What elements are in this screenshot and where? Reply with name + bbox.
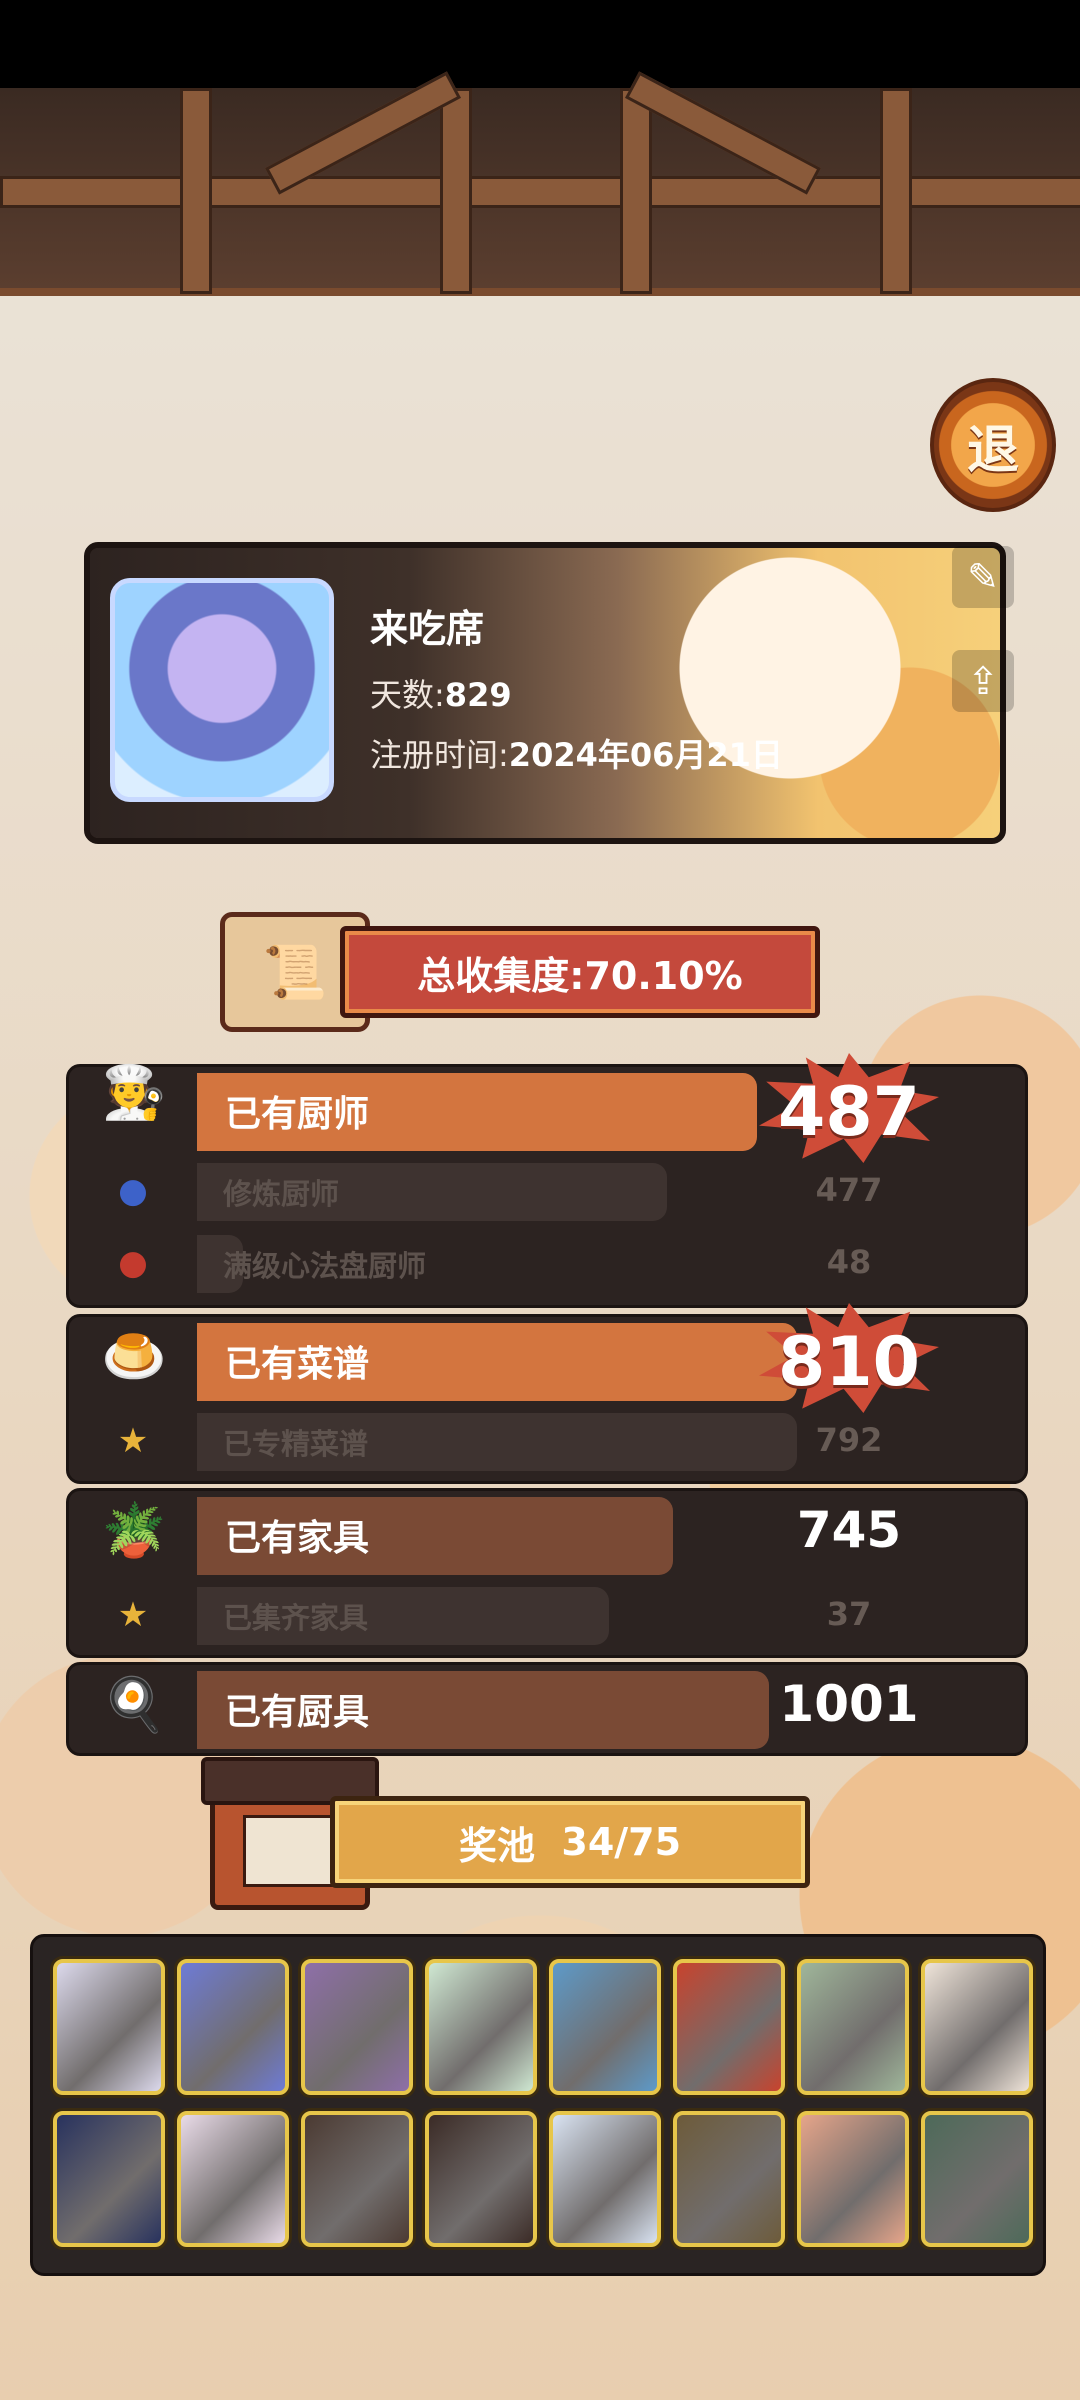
pool-card[interactable] — [673, 1959, 785, 2095]
pool-card[interactable] — [53, 1959, 165, 2095]
prize-pool-label: 奖池 34/75 — [330, 1796, 810, 1888]
category-recipes: 🍮 已有菜谱 810 ★ 已专精菜谱 792 — [66, 1303, 1028, 1484]
pool-card[interactable] — [921, 2111, 1033, 2247]
complete-furniture-row: ★ 已集齐家具 37 — [69, 1579, 1025, 1651]
pool-card[interactable] — [177, 2111, 289, 2247]
pool-card[interactable] — [425, 2111, 537, 2247]
register-time: 注册时间:2024年06月21日 — [370, 736, 783, 774]
pool-card[interactable] — [549, 1959, 661, 2095]
pool-card[interactable] — [425, 1959, 537, 2095]
pool-card[interactable] — [177, 1959, 289, 2095]
pool-card[interactable] — [549, 2111, 661, 2247]
mastered-recipes-label: 已专精菜谱 — [223, 1427, 369, 1461]
pool-card[interactable] — [673, 2111, 785, 2247]
furniture-count: 745 — [796, 1501, 902, 1559]
prize-pool-panel — [30, 1934, 1046, 2276]
avatar[interactable] — [110, 578, 334, 802]
mastered-recipes-row: ★ 已专精菜谱 792 — [69, 1405, 1025, 1477]
category-chefs: 🧑‍🍳 已有厨师 487 ● 修炼厨师 477 ● 满级心法盘厨师 48 — [66, 1053, 1028, 1308]
roof-header — [0, 71, 1080, 296]
profile-card: 来吃席 天数:829 注册时间:2024年06月21日 — [84, 542, 1006, 844]
edit-icon[interactable]: ✎ — [952, 546, 1014, 608]
star-icon: ★ — [117, 1421, 149, 1461]
category-furniture: 🪴 已有家具 745 ★ 已集齐家具 37 — [66, 1488, 1028, 1658]
prize-pool-banner[interactable]: 奖池 34/75 — [201, 1757, 830, 1910]
days-played: 天数:829 — [370, 676, 512, 714]
pool-card[interactable] — [301, 2111, 413, 2247]
total-collection-banner: 📜 总收集度:70.10% — [220, 912, 840, 1032]
pool-card[interactable] — [797, 1959, 909, 2095]
pool-card[interactable] — [921, 1959, 1033, 2095]
cookware-count: 1001 — [779, 1675, 919, 1733]
pool-card[interactable] — [301, 1959, 413, 2095]
recipes-count: 810 — [778, 1323, 920, 1402]
recipes-label: 已有菜谱 — [225, 1344, 370, 1385]
pool-card[interactable] — [797, 2111, 909, 2247]
blue-figure-icon: ● — [118, 1171, 148, 1211]
chefs-label: 已有厨师 — [225, 1094, 370, 1135]
cookware-row: 🍳 已有厨具 1001 — [69, 1665, 1025, 1751]
recipes-row: 🍮 已有菜谱 810 — [69, 1303, 1025, 1413]
mastered-recipes-count: 792 — [815, 1421, 883, 1459]
player-name: 来吃席 — [370, 607, 485, 651]
pool-card[interactable] — [53, 2111, 165, 2247]
cookware-icon: 🍳 — [101, 1674, 167, 1735]
furniture-label: 已有家具 — [225, 1518, 370, 1559]
category-cookware: 🍳 已有厨具 1001 — [66, 1662, 1028, 1756]
furniture-icon: 🪴 — [101, 1500, 167, 1561]
chefs-row: 🧑‍🍳 已有厨师 487 — [69, 1053, 1025, 1163]
chef-icon: 🧑‍🍳 — [101, 1062, 167, 1123]
red-figure-icon: ● — [118, 1243, 148, 1283]
maxed-chefs-label: 满级心法盘厨师 — [223, 1249, 427, 1283]
chefs-count: 487 — [778, 1073, 920, 1152]
share-icon[interactable]: ⇪ — [952, 650, 1014, 712]
maxed-chefs-row: ● 满级心法盘厨师 48 — [69, 1227, 1025, 1299]
trained-chefs-row: ● 修炼厨师 477 — [69, 1155, 1025, 1227]
furniture-row: 🪴 已有家具 745 — [69, 1491, 1025, 1577]
maxed-chefs-count: 48 — [826, 1243, 872, 1281]
complete-furniture-count: 37 — [826, 1595, 872, 1633]
complete-furniture-label: 已集齐家具 — [223, 1601, 369, 1635]
exit-button[interactable]: 退 — [930, 378, 1056, 512]
status-bar — [0, 0, 1080, 88]
star-icon: ★ — [117, 1595, 149, 1635]
cookware-label: 已有厨具 — [225, 1692, 370, 1733]
trained-chefs-label: 修炼厨师 — [223, 1177, 340, 1211]
total-collection-label: 总收集度:70.10% — [340, 926, 820, 1018]
pudding-icon: 🍮 — [101, 1326, 167, 1387]
trained-chefs-count: 477 — [815, 1171, 883, 1209]
